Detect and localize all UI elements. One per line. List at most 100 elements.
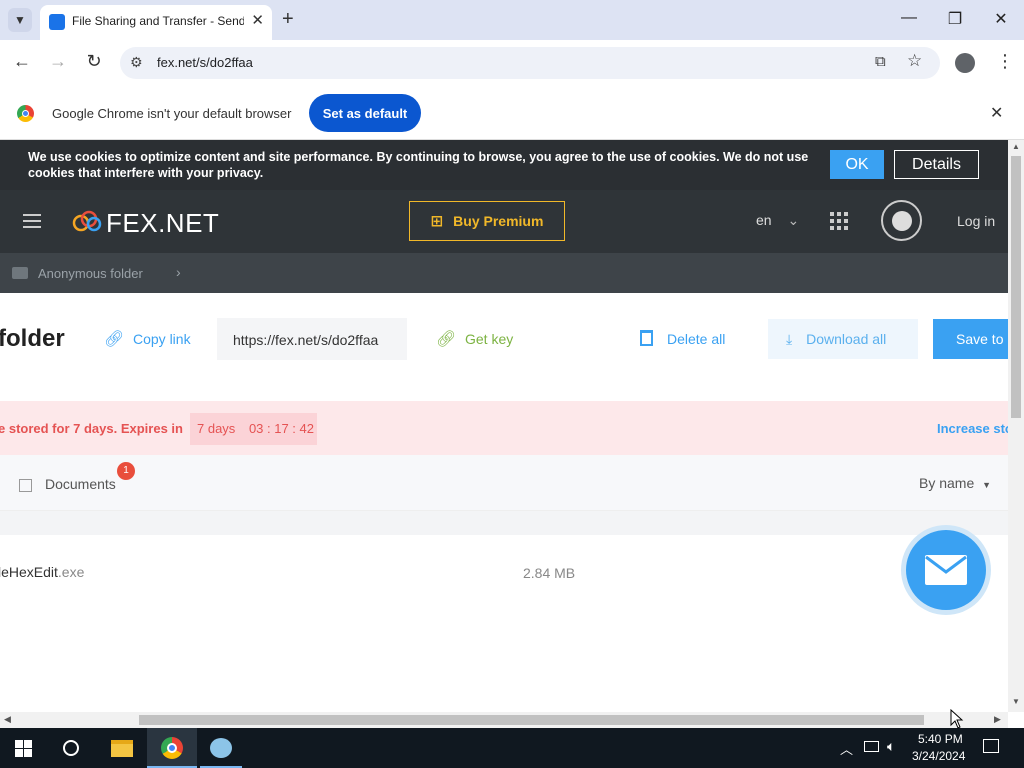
new-tab-button[interactable]: +	[282, 8, 294, 31]
search-circle-icon[interactable]	[63, 740, 79, 756]
cookie-ok-button[interactable]: OK	[830, 150, 884, 179]
chevron-right-icon: ›	[176, 264, 181, 280]
folder-toolbar: folder 🔗︎ Copy link https://fex.net/s/do…	[0, 293, 1008, 385]
list-separator	[0, 511, 1008, 535]
expiry-timer: 7 days 03 : 17 : 42	[190, 413, 317, 445]
chevron-down-icon: ⌄	[787, 212, 800, 228]
key-link-icon: 🔗︎	[436, 331, 457, 348]
window-close-button[interactable]: ✕	[989, 9, 1013, 29]
scroll-down-arrow-icon[interactable]: ▼	[1012, 697, 1020, 706]
hamburger-menu-icon[interactable]	[23, 214, 41, 228]
chevron-up-icon[interactable]: ︿	[840, 739, 853, 758]
expiry-days: 7 days	[197, 421, 236, 436]
vertical-scrollbar[interactable]: ▲ ▼	[1008, 140, 1024, 712]
share-link-field[interactable]: https://fex.net/s/do2ffaa	[217, 318, 407, 360]
save-to-button[interactable]: Save to	[933, 319, 1008, 359]
install-app-icon[interactable]: ⧉	[875, 53, 886, 70]
tab-search-button[interactable]: ▼	[8, 8, 32, 32]
tab-close-icon[interactable]: ✕	[251, 11, 264, 29]
expiry-countdown: 03 : 17 : 42	[248, 421, 314, 436]
tab-title: File Sharing and Transfer - Send	[72, 14, 244, 28]
chrome-taskbar-icon[interactable]	[147, 728, 197, 768]
url-text: fex.net/s/do2ffaa	[157, 55, 253, 70]
infobar-close-icon[interactable]: ✕	[990, 103, 1003, 123]
address-bar: ← → ↻ ⚙ fex.net/s/do2ffaa ⧉ ☆ ⋮	[0, 40, 1024, 86]
cloud-logo-icon	[72, 210, 102, 232]
page-title: folder	[0, 325, 65, 352]
documents-tab[interactable]: Documents	[45, 476, 116, 492]
expiry-banner: e stored for 7 days. Expires in 7 days 0…	[0, 401, 1008, 455]
scroll-up-arrow-icon[interactable]: ▲	[1012, 142, 1020, 151]
minimize-button[interactable]: —	[897, 9, 921, 27]
forward-arrow-icon[interactable]: →	[46, 51, 70, 72]
breadcrumb: Anonymous folder ›	[0, 253, 1008, 293]
copy-link-button[interactable]: Copy link	[133, 331, 191, 347]
tab-bar: ▼ File Sharing and Transfer - Send ✕ + —…	[0, 0, 1024, 40]
buy-premium-button[interactable]: ⊞ Buy Premium	[409, 201, 565, 241]
scroll-right-arrow-icon[interactable]: ▶	[994, 714, 1001, 725]
back-arrow-icon[interactable]: ←	[10, 51, 34, 72]
list-header: Documents 1 By name ▼	[0, 455, 1008, 511]
clock-time[interactable]: 5:40 PM	[918, 732, 963, 746]
sort-dropdown[interactable]: By name ▼	[919, 475, 991, 491]
default-browser-infobar: Google Chrome isn't your default browser…	[0, 86, 1024, 140]
get-key-button[interactable]: Get key	[465, 331, 513, 347]
profile-avatar-icon[interactable]	[955, 53, 975, 73]
file-explorer-icon[interactable]	[111, 740, 133, 757]
language-selector[interactable]: en ⌄	[756, 212, 799, 229]
clock-date[interactable]: 3/24/2024	[912, 749, 965, 763]
chrome-menu-icon[interactable]: ⋮	[996, 51, 1014, 72]
user-avatar-icon[interactable]	[881, 200, 922, 241]
page-viewport: We use cookies to optimize content and s…	[0, 140, 1008, 712]
taskbar: ︿ 🔈︎ 5:40 PM 3/24/2024	[0, 728, 1024, 768]
vertical-scroll-thumb[interactable]	[1011, 156, 1021, 418]
language-label: en	[756, 212, 772, 228]
increase-storage-link[interactable]: Increase sto	[937, 421, 1008, 436]
site-favicon-icon	[49, 14, 65, 30]
download-all-button[interactable]: ⤓ Download all	[768, 319, 918, 359]
horizontal-scroll-thumb[interactable]	[139, 715, 924, 725]
set-default-button[interactable]: Set as default	[309, 94, 421, 132]
site-logo[interactable]: FEX.NET	[106, 208, 219, 239]
trash-icon	[640, 330, 653, 346]
infobar-message: Google Chrome isn't your default browser	[52, 106, 292, 121]
volume-muted-icon[interactable]: 🔈︎	[887, 738, 895, 755]
browser-tab[interactable]: File Sharing and Transfer - Send ✕	[40, 5, 272, 40]
site-header: FEX.NET ⊞ Buy Premium en ⌄ Log in	[0, 190, 1008, 253]
gift-icon: ⊞	[430, 213, 444, 230]
download-all-label: Download all	[806, 331, 887, 347]
folder-icon	[12, 267, 28, 279]
windows-start-icon[interactable]	[15, 740, 32, 757]
site-settings-icon[interactable]: ⚙	[130, 54, 143, 71]
save-to-label: Save to	[956, 331, 1004, 347]
share-link-value: https://fex.net/s/do2ffaa	[233, 332, 379, 348]
apps-grid-icon[interactable]	[830, 212, 848, 230]
cookie-details-button[interactable]: Details	[894, 150, 979, 179]
file-name: leHexEdit.exe	[0, 564, 85, 580]
paint-app-icon[interactable]	[200, 728, 242, 768]
bookmark-star-icon[interactable]: ☆	[907, 51, 922, 71]
login-link[interactable]: Log in	[957, 213, 995, 229]
cookie-banner: We use cookies to optimize content and s…	[0, 140, 1008, 190]
file-row[interactable]: leHexEdit.exe 2.84 MB	[0, 545, 1008, 601]
sort-label: By name	[919, 475, 975, 491]
network-icon[interactable]	[864, 741, 879, 752]
scroll-left-arrow-icon[interactable]: ◀	[4, 714, 11, 725]
omnibox[interactable]: ⚙ fex.net/s/do2ffaa ⧉ ☆	[120, 47, 940, 79]
delete-all-button[interactable]: Delete all	[667, 331, 725, 347]
link-icon: 🔗︎	[104, 331, 125, 348]
envelope-icon	[925, 555, 967, 585]
caret-down-icon: ▼	[982, 480, 992, 490]
mouse-cursor-icon	[950, 709, 964, 729]
contact-mail-button[interactable]	[901, 525, 991, 615]
download-icon: ⤓	[786, 331, 793, 347]
reload-icon[interactable]: ↻	[82, 51, 106, 72]
notification-icon[interactable]	[983, 739, 999, 753]
documents-count-badge: 1	[117, 462, 135, 480]
documents-icon	[19, 479, 32, 492]
breadcrumb-folder[interactable]: Anonymous folder	[38, 266, 143, 281]
maximize-button[interactable]: ❐	[943, 9, 967, 29]
expiry-text: e stored for 7 days. Expires in	[0, 421, 183, 436]
horizontal-scrollbar[interactable]: ◀ ▶	[0, 712, 1008, 728]
buy-premium-label: Buy Premium	[453, 213, 544, 229]
